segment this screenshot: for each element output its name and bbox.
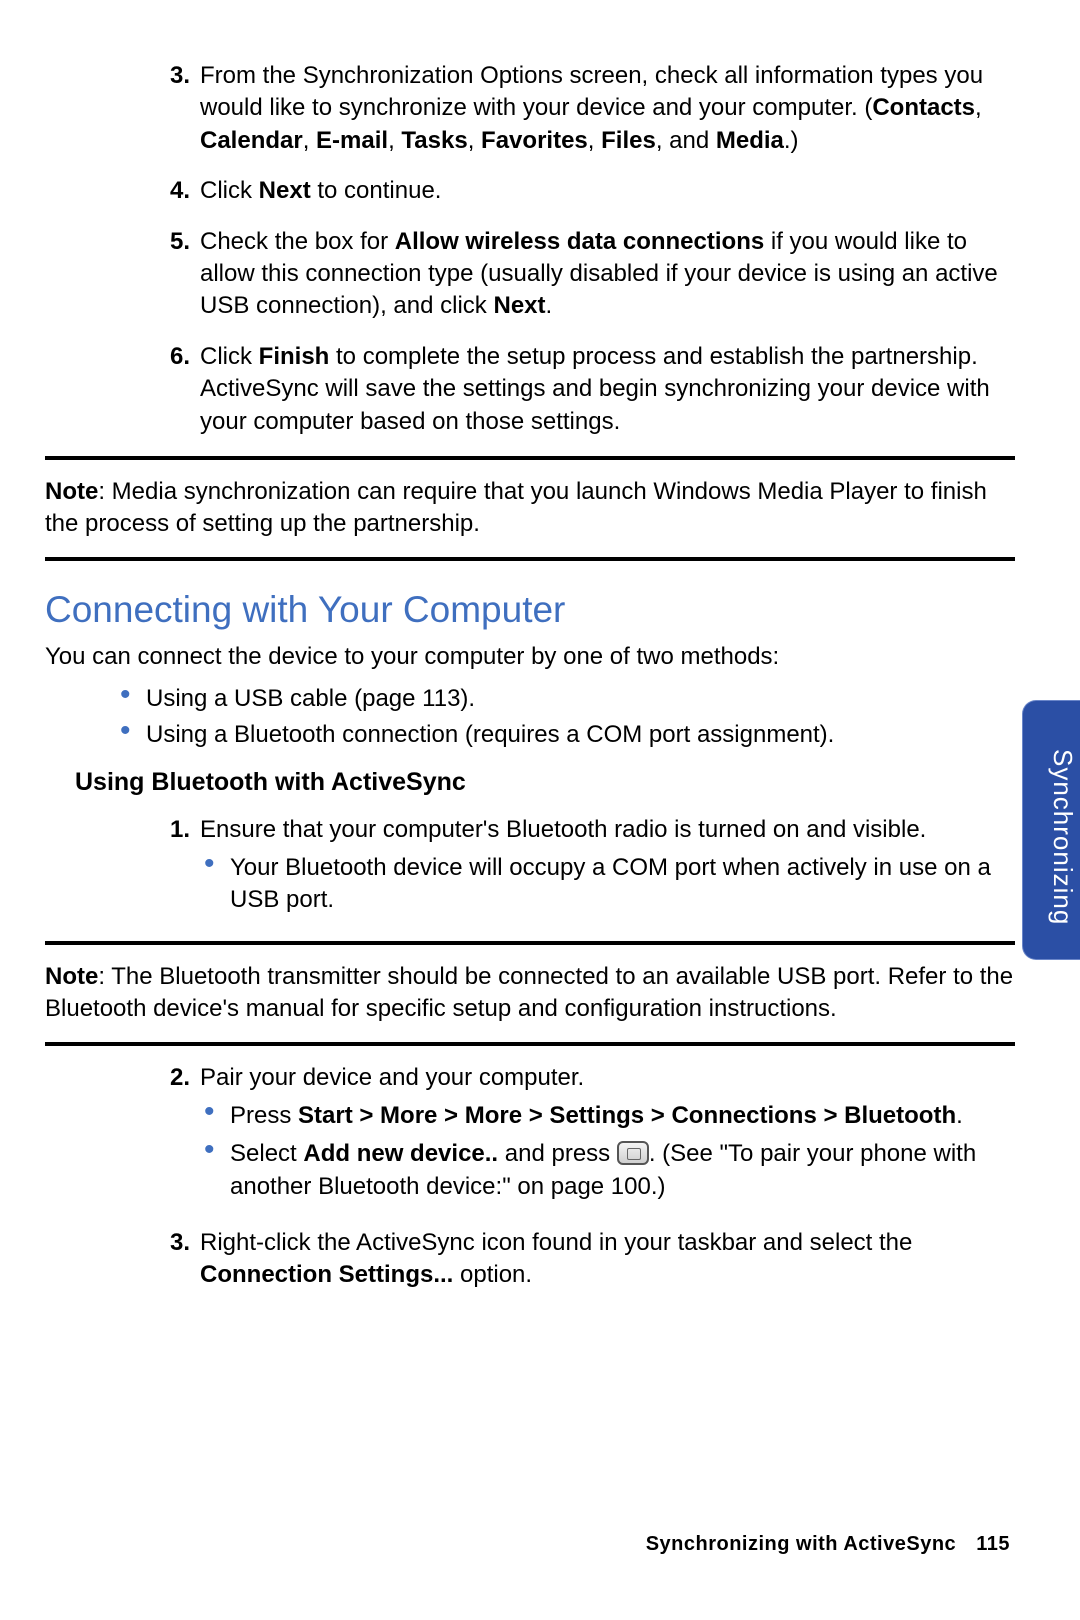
step-text: Check the box for Allow wireless data co… [200, 226, 1015, 323]
divider [45, 941, 1015, 945]
connection-methods-list: Using a USB cable (page 113). Using a Blu… [45, 683, 1015, 752]
divider [45, 557, 1015, 561]
note-media-sync: Note: Media synchronization can require … [45, 476, 1015, 541]
list-item: Select Add new device.. and press . (See… [200, 1138, 1015, 1203]
step-text: From the Synchronization Options screen,… [200, 60, 1015, 157]
page-number: 115 [976, 1533, 1010, 1555]
divider [45, 1042, 1015, 1046]
bluetooth-steps-2-3: 2. Pair your device and your computer. P… [45, 1062, 1015, 1292]
section-tab-synchronizing: Synchronizing [1022, 700, 1080, 960]
note-bluetooth-transmitter: Note: The Bluetooth transmitter should b… [45, 961, 1015, 1026]
step-number: 3. [145, 60, 200, 157]
list-item: Your Bluetooth device will occupy a COM … [200, 852, 1015, 917]
page-footer: Synchronizing with ActiveSync 115 [646, 1531, 1010, 1558]
action-button-icon [617, 1141, 649, 1165]
step-text: Ensure that your computer's Bluetooth ra… [200, 816, 926, 843]
step-number: 6. [145, 341, 200, 438]
step-number: 4. [145, 175, 200, 207]
footer-title: Synchronizing with ActiveSync [646, 1533, 956, 1555]
step-text: Click Next to continue. [200, 175, 1015, 207]
step-number: 5. [145, 226, 200, 323]
section-intro: You can connect the device to your compu… [45, 641, 1015, 673]
step-number: 2. [145, 1062, 200, 1210]
divider [45, 456, 1015, 460]
subheading-bluetooth-activesync: Using Bluetooth with ActiveSync [75, 766, 1015, 800]
step-text: Pair your device and your computer. [200, 1064, 584, 1091]
section-heading-connecting: Connecting with Your Computer [45, 585, 1015, 635]
list-item: Using a USB cable (page 113). [120, 683, 1015, 715]
bluetooth-step-1: 1. Ensure that your computer's Bluetooth… [45, 814, 1015, 923]
step-number: 1. [145, 814, 200, 923]
step-text: Click Finish to complete the setup proce… [200, 341, 1015, 438]
step-text: Right-click the ActiveSync icon found in… [200, 1227, 1015, 1292]
list-item: Press Start > More > More > Settings > C… [200, 1100, 1015, 1132]
step-number: 3. [145, 1227, 200, 1292]
steps-3-6: 3.From the Synchronization Options scree… [45, 60, 1015, 438]
list-item: Using a Bluetooth connection (requires a… [120, 719, 1015, 751]
